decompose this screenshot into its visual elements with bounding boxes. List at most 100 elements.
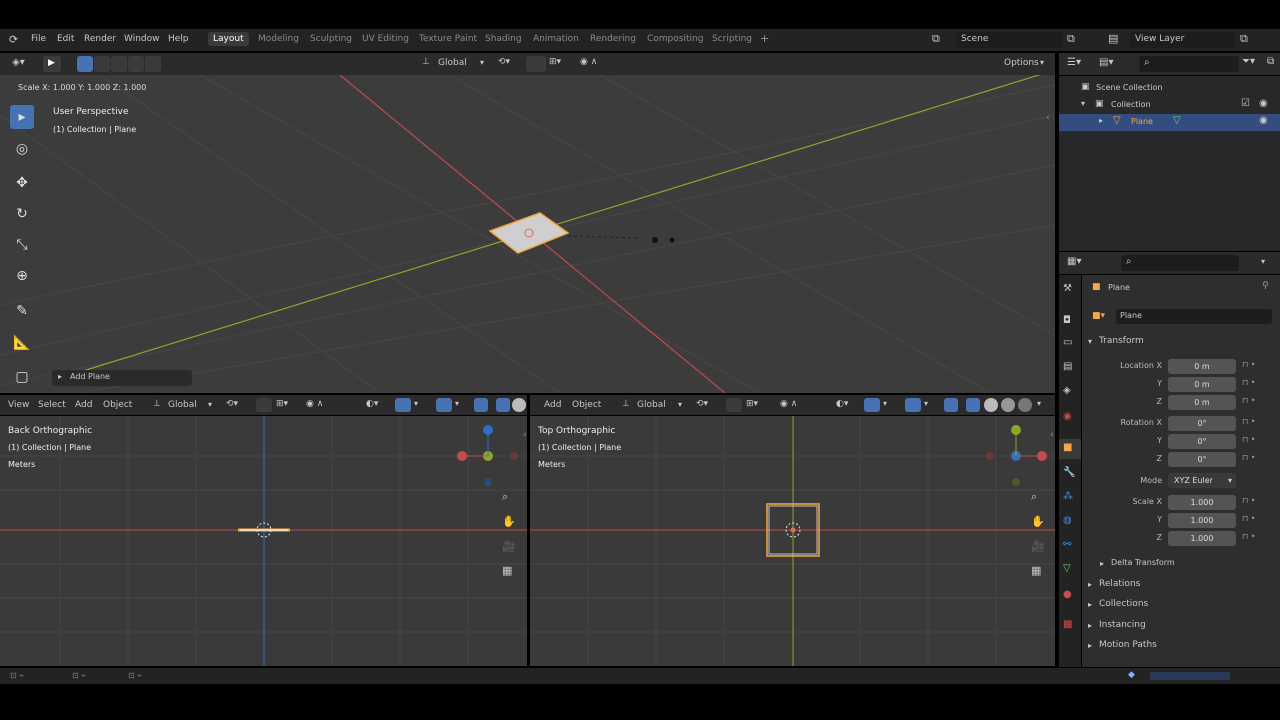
snap-toggle[interactable]	[526, 56, 546, 72]
gizmo-toggle[interactable]	[395, 398, 411, 412]
pin-icon[interactable]: ⚲	[1262, 281, 1269, 291]
menu-add[interactable]: Add	[544, 400, 561, 410]
scale-y-field[interactable]: 1.000	[1168, 513, 1236, 528]
blender-logo-icon[interactable]: ⟳	[9, 33, 18, 46]
select-tool-button[interactable]: ▶	[43, 56, 61, 72]
orientation-icon[interactable]: ⊥	[153, 399, 161, 409]
visibility-icon[interactable]: ◐▾	[366, 399, 378, 409]
rotation-z-field[interactable]: 0°	[1168, 452, 1236, 467]
lock-icon[interactable]: ⊓ •	[1242, 396, 1256, 405]
eye-icon[interactable]: ◉	[1259, 98, 1268, 109]
zoom-icon[interactable]: ⌕	[502, 490, 508, 504]
tab-sculpting[interactable]: Sculpting	[310, 34, 352, 44]
overlays-toggle[interactable]	[436, 398, 452, 412]
relations-header[interactable]: Relations	[1099, 579, 1140, 589]
wireframe-shading-button[interactable]	[496, 398, 510, 412]
outliner-type-icon[interactable]: ☰▾	[1067, 57, 1081, 68]
scale-z-field[interactable]: 1.000	[1168, 531, 1236, 546]
material-tab-icon[interactable]: ●	[1063, 589, 1072, 600]
output-tab-icon[interactable]: ▭	[1063, 337, 1072, 348]
modifier-tab-icon[interactable]: 🔧	[1063, 467, 1075, 478]
pivot-icon[interactable]: ⟲▾	[226, 399, 238, 409]
scale-x-field[interactable]: 1.000	[1168, 495, 1236, 510]
select-mode-subtract-button[interactable]	[111, 56, 127, 72]
select-mode-extend-button[interactable]	[94, 56, 110, 72]
viewport-3d[interactable]: Scale X: 1.000 Y: 1.000 Z: 1.000 User Pe…	[0, 75, 1055, 393]
pan-hand-icon[interactable]: ✋	[502, 515, 516, 528]
outliner-plane-row[interactable]: ▸ ▽ Plane ▽ ◉	[1059, 114, 1280, 131]
tab-layout[interactable]: Layout	[208, 32, 249, 46]
lock-icon[interactable]: ⊓ •	[1242, 435, 1256, 444]
outliner-scene-collection[interactable]: ▣ Scene Collection	[1059, 80, 1280, 97]
collections-header[interactable]: Collections	[1099, 599, 1148, 609]
snap-toggle[interactable]	[726, 398, 742, 412]
chevron-right-icon[interactable]: ▸	[1088, 621, 1092, 630]
solid-shading-button[interactable]	[512, 398, 526, 412]
mesh-data-tab-icon[interactable]: ▽	[1063, 563, 1071, 574]
tab-rendering[interactable]: Rendering	[590, 34, 636, 44]
sidebar-toggle-icon[interactable]: ‹	[1050, 430, 1054, 440]
snap-toggle[interactable]	[256, 398, 272, 412]
tab-modeling[interactable]: Modeling	[258, 34, 299, 44]
lock-icon[interactable]: ⊓ •	[1242, 378, 1256, 387]
tab-texture-paint[interactable]: Texture Paint	[419, 34, 477, 44]
new-view-layer-icon[interactable]: ⧉	[1240, 32, 1248, 46]
zoom-icon[interactable]: ⌕	[1031, 490, 1037, 504]
proportional-icon[interactable]: ◉ ∧	[580, 57, 597, 67]
transform-orientation[interactable]: Global	[438, 58, 467, 68]
lock-icon[interactable]: ⊓ •	[1242, 417, 1256, 426]
properties-search-input[interactable]: ⌕	[1121, 255, 1239, 271]
new-scene-icon[interactable]: ⧉	[1067, 32, 1075, 46]
sidebar-toggle-icon[interactable]: ‹	[523, 430, 527, 440]
menu-view[interactable]: View	[8, 400, 29, 410]
display-mode-icon[interactable]: ▤▾	[1099, 57, 1113, 68]
motion-paths-header[interactable]: Motion Paths	[1099, 640, 1157, 650]
pivot-icon[interactable]: ⟲▾	[696, 399, 708, 409]
measure-icon[interactable]: 📐	[10, 331, 34, 355]
rotate-icon[interactable]: ↻	[10, 202, 34, 226]
texture-tab-icon[interactable]: ▩	[1063, 619, 1072, 630]
info-icon[interactable]: ◆	[1128, 670, 1135, 680]
location-x-field[interactable]: 0 m	[1168, 359, 1236, 374]
chevron-down-icon[interactable]: ▾	[1081, 99, 1085, 108]
snap-target-icon[interactable]: ⊞▾	[276, 399, 288, 409]
xray-toggle[interactable]	[474, 398, 488, 412]
back-orientation[interactable]: Global	[168, 400, 197, 410]
visibility-icon[interactable]: ◐▾	[836, 399, 848, 409]
tool-tab-icon[interactable]: ⚒	[1063, 283, 1072, 294]
lock-icon[interactable]: ⊓ •	[1242, 453, 1256, 462]
instancing-header[interactable]: Instancing	[1099, 620, 1146, 630]
chevron-right-icon[interactable]: ▸	[1099, 116, 1103, 125]
overlays-toggle[interactable]	[905, 398, 921, 412]
lock-icon[interactable]: ⊓ •	[1242, 496, 1256, 505]
menu-edit[interactable]: Edit	[57, 34, 74, 44]
scene-tab-icon[interactable]: ◈	[1063, 385, 1071, 396]
move-icon[interactable]: ✥	[10, 171, 34, 195]
snap-target-icon[interactable]: ⊞▾	[746, 399, 758, 409]
chevron-down-icon[interactable]: ▾	[1088, 337, 1092, 346]
menu-window[interactable]: Window	[124, 34, 160, 44]
cursor-tool-icon[interactable]: ◎	[10, 137, 34, 161]
constraints-tab-icon[interactable]: ⚯	[1063, 539, 1071, 550]
select-mode-new-button[interactable]	[77, 56, 93, 72]
render-tab-icon[interactable]: ◘	[1063, 315, 1071, 326]
chevron-right-icon[interactable]: ▸	[1088, 580, 1092, 589]
top-viewport[interactable]: Top Orthographic (1) Collection | Plane …	[530, 416, 1055, 666]
last-operator-panel[interactable]: ▸ Add Plane	[52, 370, 192, 386]
menu-help[interactable]: Help	[168, 34, 189, 44]
view-layer-field[interactable]: View Layer	[1130, 32, 1235, 48]
tab-compositing[interactable]: Compositing	[647, 34, 703, 44]
options-dropdown[interactable]: Options ▾	[1000, 56, 1050, 72]
menu-file[interactable]: File	[31, 34, 46, 44]
physics-tab-icon[interactable]: ◍	[1063, 515, 1072, 526]
pan-hand-icon[interactable]: ✋	[1031, 515, 1045, 528]
wireframe-shading-button[interactable]	[966, 398, 980, 412]
object-name-field[interactable]: Plane	[1116, 309, 1272, 324]
particles-tab-icon[interactable]: ⁂	[1063, 491, 1073, 502]
material-shading-button[interactable]	[1001, 398, 1015, 412]
chevron-right-icon[interactable]: ▸	[1100, 559, 1104, 568]
world-tab-icon[interactable]: ◉	[1063, 411, 1072, 422]
rotation-y-field[interactable]: 0°	[1168, 434, 1236, 449]
menu-object[interactable]: Object	[572, 400, 601, 410]
lock-icon[interactable]: ⊓ •	[1242, 360, 1256, 369]
